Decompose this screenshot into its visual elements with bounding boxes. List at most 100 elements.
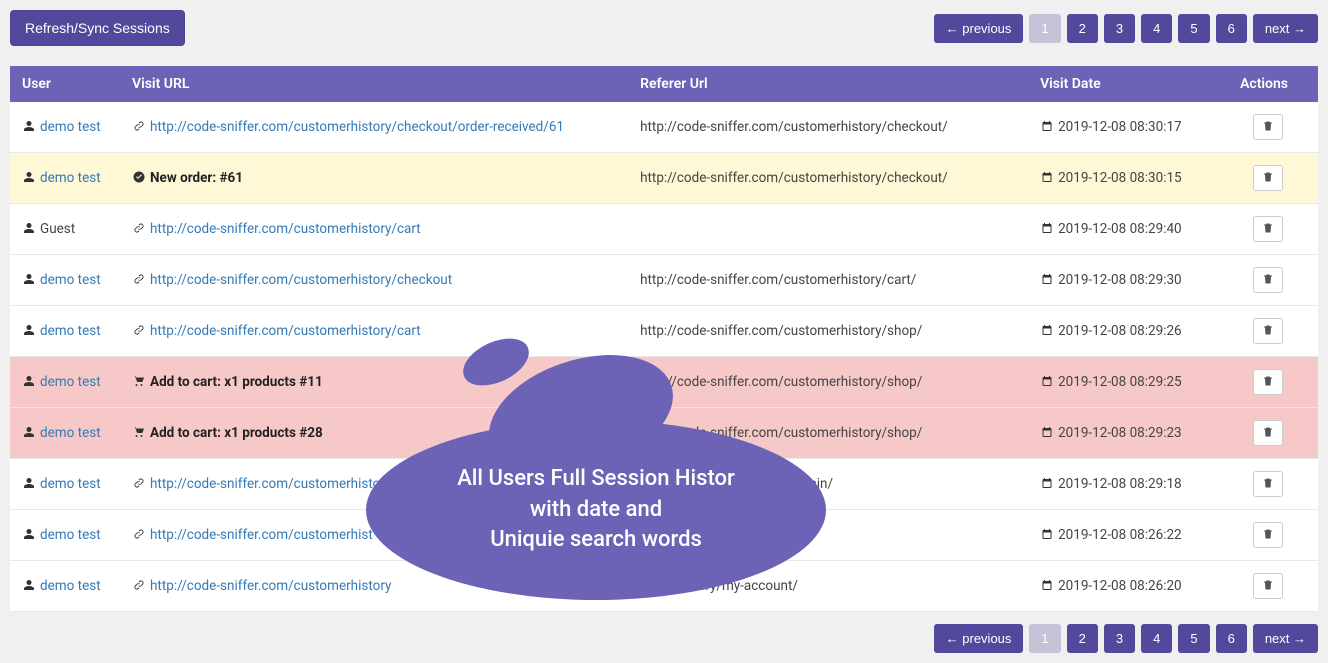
link-icon: [132, 323, 146, 339]
user-label: Guest: [40, 221, 75, 237]
user-link[interactable]: demo test: [40, 323, 101, 339]
user-link[interactable]: demo test: [40, 476, 101, 492]
user-icon: [22, 425, 36, 441]
visit-url-link[interactable]: http://code-sniffer.com/customerhistory/…: [150, 119, 564, 135]
user-icon: [22, 272, 36, 288]
calendar-icon: [1040, 578, 1054, 594]
trash-icon: [1262, 528, 1274, 542]
cart-icon: [132, 425, 146, 441]
calendar-icon: [1040, 374, 1054, 390]
user-link[interactable]: demo test: [40, 527, 101, 543]
page-button-5[interactable]: 5: [1178, 14, 1209, 43]
user-icon: [22, 221, 36, 237]
visit-url-link[interactable]: http://code-sniffer.com/customerhistory: [150, 578, 391, 594]
col-header-user: User: [10, 66, 120, 102]
delete-button[interactable]: [1253, 318, 1283, 344]
referer-cell: [628, 204, 1028, 255]
page-button-6[interactable]: 6: [1216, 624, 1247, 653]
calendar-icon: [1040, 476, 1054, 492]
visit-date: 2019-12-08 08:29:40: [1058, 221, 1182, 237]
visit-date: 2019-12-08 08:26:20: [1058, 578, 1182, 594]
delete-button[interactable]: [1253, 165, 1283, 191]
referer-cell: http://code-sniffer.com/customerhistory/…: [628, 102, 1028, 153]
calendar-icon: [1040, 119, 1054, 135]
delete-button[interactable]: [1253, 573, 1283, 599]
page-button-3[interactable]: 3: [1104, 14, 1135, 43]
user-link[interactable]: demo test: [40, 119, 101, 135]
visit-date: 2019-12-08 08:30:17: [1058, 119, 1182, 135]
delete-button[interactable]: [1253, 216, 1283, 242]
visit-date: 2019-12-08 08:29:26: [1058, 323, 1182, 339]
table-row: demo test http://code-sniffer.com/custome…: [10, 306, 1318, 357]
delete-button[interactable]: [1253, 420, 1283, 446]
calendar-icon: [1040, 170, 1054, 186]
table-row: demo test http://code-sniffer.com/custome…: [10, 102, 1318, 153]
user-link[interactable]: demo test: [40, 425, 101, 441]
page-button-4[interactable]: 4: [1141, 624, 1172, 653]
cart-icon: [132, 374, 146, 390]
annotation-callout: All Users Full Session Histor with date …: [366, 420, 826, 600]
pagination-bottom: ← previous123456next →: [934, 624, 1318, 653]
trash-icon: [1262, 171, 1274, 185]
visit-url-text: New order: #61: [150, 170, 243, 186]
refresh-sync-button[interactable]: Refresh/Sync Sessions: [10, 10, 185, 46]
user-icon: [22, 323, 36, 339]
visit-date: 2019-12-08 08:29:25: [1058, 374, 1182, 390]
visit-url-text: Add to cart: x1 products #28: [150, 425, 323, 441]
visit-url-link[interactable]: http://code-sniffer.com/customerhist: [150, 527, 373, 543]
page-button-4[interactable]: 4: [1141, 14, 1172, 43]
page-button-2[interactable]: 2: [1067, 624, 1098, 653]
check-circle-icon: [132, 170, 146, 186]
user-icon: [22, 527, 36, 543]
user-link[interactable]: demo test: [40, 578, 101, 594]
trash-icon: [1262, 273, 1274, 287]
user-link[interactable]: demo test: [40, 374, 101, 390]
table-row: demo test http://code-sniffer.com/custome…: [10, 255, 1318, 306]
user-link[interactable]: demo test: [40, 272, 101, 288]
visit-url-link[interactable]: http://code-sniffer.com/customerhistory/…: [150, 272, 452, 288]
user-icon: [22, 170, 36, 186]
next-page-button[interactable]: next →: [1253, 624, 1318, 653]
user-icon: [22, 374, 36, 390]
col-header-visit-url: Visit URL: [120, 66, 628, 102]
trash-icon: [1262, 222, 1274, 236]
calendar-icon: [1040, 272, 1054, 288]
prev-page-button[interactable]: ← previous: [934, 624, 1024, 653]
delete-button[interactable]: [1253, 471, 1283, 497]
trash-icon: [1262, 375, 1274, 389]
link-icon: [132, 476, 146, 492]
page-button-6[interactable]: 6: [1216, 14, 1247, 43]
user-icon: [22, 476, 36, 492]
page-button-5[interactable]: 5: [1178, 624, 1209, 653]
visit-url-link[interactable]: http://code-sniffer.com/customerhistory/…: [150, 221, 421, 237]
visit-date: 2019-12-08 08:30:15: [1058, 170, 1182, 186]
trash-icon: [1262, 477, 1274, 491]
col-header-referer: Referer Url: [628, 66, 1028, 102]
link-icon: [132, 527, 146, 543]
page-button-1[interactable]: 1: [1029, 14, 1060, 43]
page-button-1[interactable]: 1: [1029, 624, 1060, 653]
delete-button[interactable]: [1253, 369, 1283, 395]
trash-icon: [1262, 579, 1274, 593]
prev-page-button[interactable]: ← previous: [934, 14, 1024, 43]
user-link[interactable]: demo test: [40, 170, 101, 186]
trash-icon: [1262, 426, 1274, 440]
delete-button[interactable]: [1253, 114, 1283, 140]
calendar-icon: [1040, 221, 1054, 237]
table-row: Guest http://code-sniffer.com/customerhis…: [10, 204, 1318, 255]
delete-button[interactable]: [1253, 267, 1283, 293]
visit-date: 2019-12-08 08:29:23: [1058, 425, 1182, 441]
visit-url-text: Add to cart: x1 products #11: [150, 374, 323, 390]
col-header-visit-date: Visit Date: [1028, 66, 1228, 102]
referer-cell: http://code-sniffer.com/customerhistory/…: [628, 306, 1028, 357]
trash-icon: [1262, 324, 1274, 338]
visit-date: 2019-12-08 08:29:18: [1058, 476, 1182, 492]
next-page-button[interactable]: next →: [1253, 14, 1318, 43]
calendar-icon: [1040, 527, 1054, 543]
col-header-actions: Actions: [1228, 66, 1318, 102]
delete-button[interactable]: [1253, 522, 1283, 548]
page-button-2[interactable]: 2: [1067, 14, 1098, 43]
visit-url-link[interactable]: http://code-sniffer.com/customerhistory/…: [150, 323, 421, 339]
user-icon: [22, 578, 36, 594]
page-button-3[interactable]: 3: [1104, 624, 1135, 653]
